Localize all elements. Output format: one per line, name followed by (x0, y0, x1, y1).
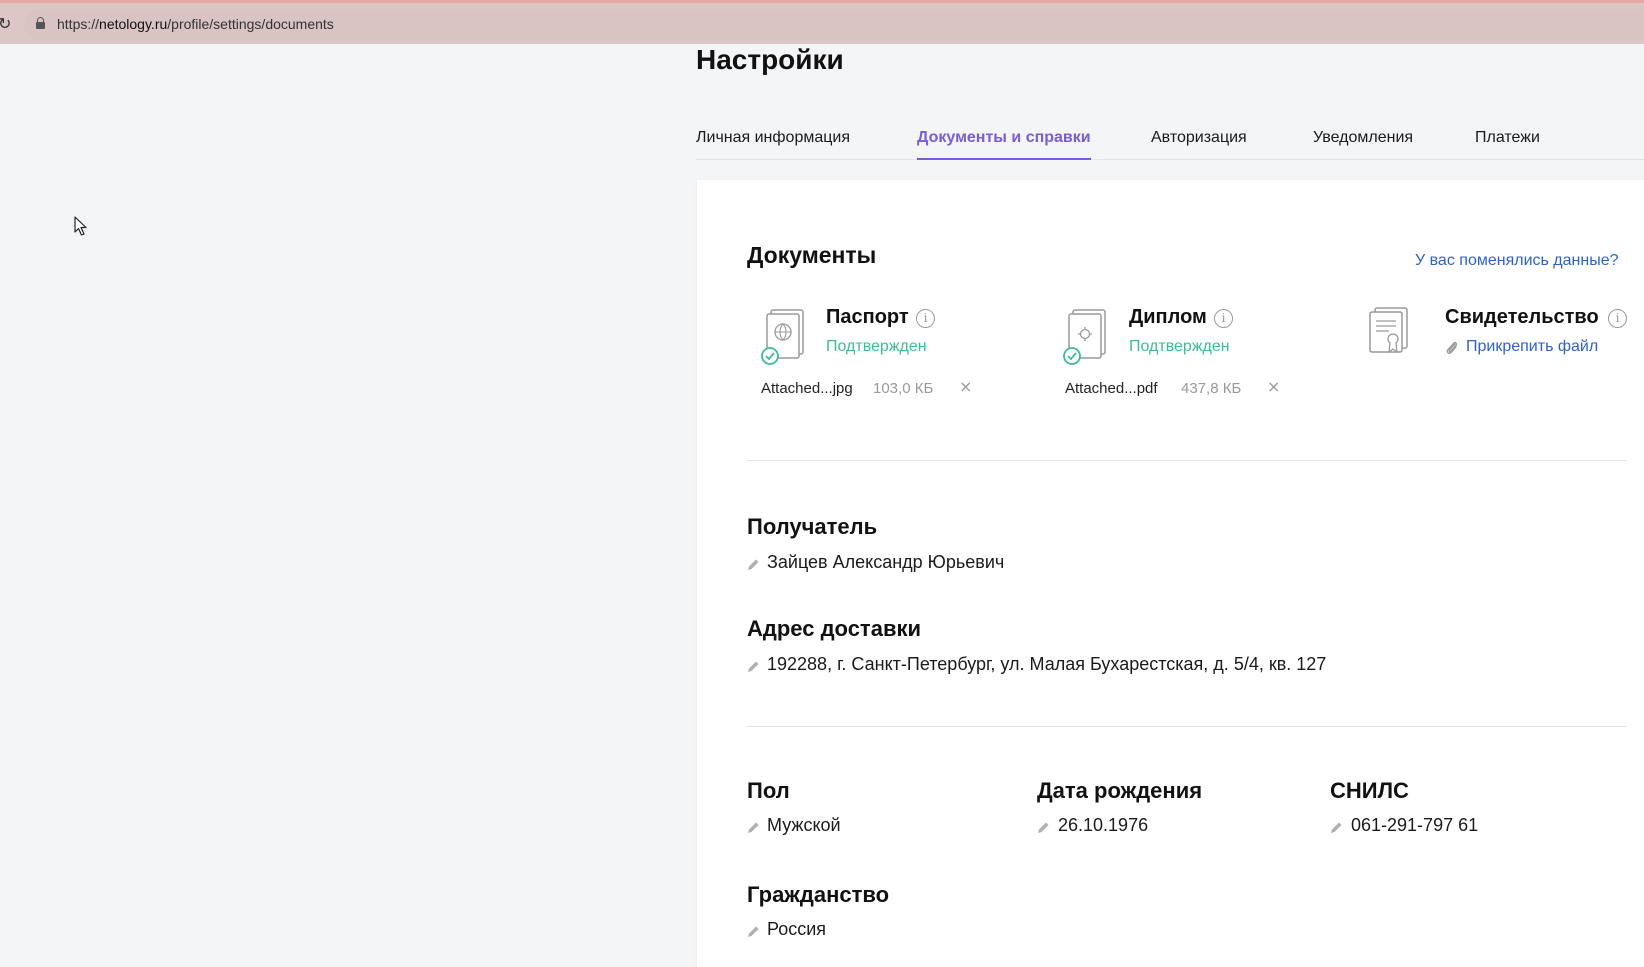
page-title: Настройки (696, 44, 844, 75)
pencil-icon[interactable] (1330, 821, 1343, 834)
pencil-icon[interactable] (747, 558, 760, 571)
birth-date-heading: Дата рождения (1037, 778, 1203, 803)
settings-tabs: Личная информация Документы и справки Ав… (696, 120, 1644, 160)
tab-payments[interactable]: Платежи (1475, 129, 1540, 147)
verified-check-icon (761, 347, 779, 365)
delivery-value[interactable]: 192288, г. Санкт-Петербург, ул. Малая Бу… (767, 654, 1326, 675)
diploma-status: Подтвержден (1129, 338, 1230, 355)
gender-heading: Пол (747, 778, 790, 803)
certificate-icon (1369, 307, 1408, 354)
documents-heading: Документы (747, 242, 877, 268)
url-text[interactable]: https://netology.ru/profile/settings/doc… (57, 16, 334, 32)
info-icon[interactable]: i (1214, 309, 1233, 328)
lock-icon[interactable] (36, 17, 45, 29)
documents-card: Документы У вас поменялись данные? Паспо… (697, 180, 1644, 967)
browser-address-bar: ↻ https://netology.ru/profile/settings/d… (0, 0, 1644, 44)
diploma-title: Диплом (1129, 306, 1207, 328)
snils-value[interactable]: 061-291-797 61 (1351, 815, 1478, 836)
delivery-heading: Адрес доставки (747, 616, 922, 641)
data-changed-link[interactable]: У вас поменялись данные? (1415, 252, 1619, 270)
passport-file-size: 103,0 КБ (873, 380, 934, 397)
info-icon[interactable]: i (1608, 309, 1627, 328)
citizenship-heading: Гражданство (747, 882, 890, 907)
paperclip-icon[interactable] (1445, 340, 1459, 356)
pencil-icon[interactable] (1037, 821, 1050, 834)
attach-file-link[interactable]: Прикрепить файл (1466, 338, 1598, 356)
tab-personal-info[interactable]: Личная информация (696, 129, 850, 147)
reload-icon[interactable]: ↻ (0, 14, 11, 33)
recipient-heading: Получатель (747, 514, 878, 539)
birth-date-value[interactable]: 26.10.1976 (1058, 815, 1148, 836)
passport-file-name[interactable]: Attached...jpg (761, 380, 853, 397)
pencil-icon[interactable] (747, 925, 760, 938)
verified-check-icon (1063, 347, 1081, 365)
certificate-title: Свидетельство (1445, 306, 1599, 328)
mouse-cursor-icon (74, 216, 87, 236)
tab-authorization[interactable]: Авторизация (1151, 129, 1247, 147)
passport-status: Подтвержден (826, 338, 927, 355)
tab-notifications[interactable]: Уведомления (1313, 129, 1413, 147)
diploma-file-name[interactable]: Attached...pdf (1065, 380, 1158, 397)
info-icon[interactable]: i (916, 309, 935, 328)
recipient-value[interactable]: Зайцев Александр Юрьевич (767, 552, 1004, 573)
close-icon[interactable]: × (959, 377, 972, 396)
divider (747, 726, 1627, 727)
close-icon[interactable]: × (1267, 377, 1280, 396)
passport-title: Паспорт (826, 306, 909, 328)
gender-value[interactable]: Мужской (767, 815, 841, 836)
pencil-icon[interactable] (747, 821, 760, 834)
diploma-file-size: 437,8 КБ (1181, 380, 1242, 397)
citizenship-value[interactable]: Россия (767, 919, 826, 940)
tab-documents[interactable]: Документы и справки (917, 129, 1091, 160)
snils-heading: СНИЛС (1330, 778, 1409, 803)
pencil-icon[interactable] (747, 660, 760, 673)
divider (747, 460, 1627, 461)
